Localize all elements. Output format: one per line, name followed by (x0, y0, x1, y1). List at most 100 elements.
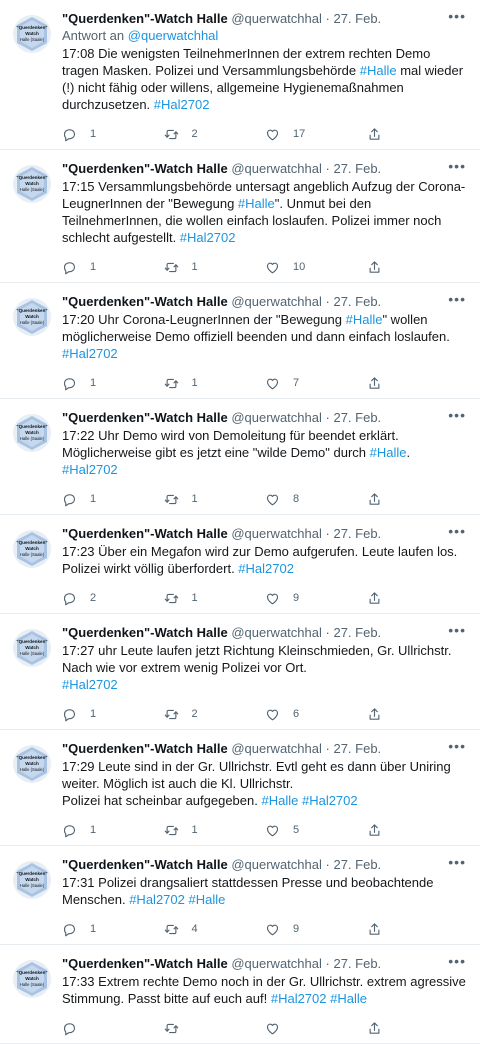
tweet-1[interactable]: "Querdenken" Watch Halle (Saale) ••• "Qu… (0, 0, 480, 150)
avatar[interactable]: "Querdenken" Watch Halle (Saale) (12, 164, 52, 204)
more-icon[interactable]: ••• (448, 953, 466, 969)
retweet-button[interactable]: 1 (164, 376, 266, 391)
tweet-date[interactable]: 27. Feb. (333, 161, 381, 176)
avatar[interactable]: "Querdenken" Watch Halle (Saale) (12, 297, 52, 337)
tweet-3[interactable]: "Querdenken" Watch Halle (Saale) ••• "Qu… (0, 283, 480, 399)
avatar[interactable]: "Querdenken" Watch Halle (Saale) (12, 628, 52, 668)
more-icon[interactable]: ••• (448, 523, 466, 539)
hashtag-link[interactable]: #Hal2702 (180, 230, 236, 245)
more-icon[interactable]: ••• (448, 8, 466, 24)
share-button[interactable] (367, 376, 469, 391)
avatar[interactable]: "Querdenken" Watch Halle (Saale) (12, 860, 52, 900)
like-button[interactable]: 7 (265, 376, 367, 391)
tweet-2[interactable]: "Querdenken" Watch Halle (Saale) ••• "Qu… (0, 150, 480, 283)
author-name[interactable]: "Querdenken"-Watch Halle (62, 161, 228, 176)
tweet-5[interactable]: "Querdenken" Watch Halle (Saale) ••• "Qu… (0, 515, 480, 614)
share-button[interactable] (367, 492, 469, 507)
share-button[interactable] (367, 707, 469, 722)
hashtag-link[interactable]: #Hal2702 (302, 793, 358, 808)
reply-button[interactable]: 1 (62, 127, 164, 142)
retweet-button[interactable] (164, 1021, 266, 1036)
author-name[interactable]: "Querdenken"-Watch Halle (62, 741, 228, 756)
hashtag-link[interactable]: #Hal2702 (154, 97, 210, 112)
author-handle[interactable]: @querwatchhal (231, 857, 322, 872)
author-handle[interactable]: @querwatchhal (231, 526, 322, 541)
reply-button[interactable]: 2 (62, 591, 164, 606)
author-name[interactable]: "Querdenken"-Watch Halle (62, 526, 228, 541)
more-icon[interactable]: ••• (448, 622, 466, 638)
retweet-button[interactable]: 1 (164, 591, 266, 606)
tweet-date[interactable]: 27. Feb. (333, 294, 381, 309)
more-icon[interactable]: ••• (448, 854, 466, 870)
avatar[interactable]: "Querdenken" Watch Halle (Saale) (12, 413, 52, 453)
hashtag-link[interactable]: #Halle (360, 63, 397, 78)
tweet-date[interactable]: 27. Feb. (333, 11, 381, 26)
retweet-button[interactable]: 1 (164, 260, 266, 275)
hashtag-link[interactable]: #Hal2702 (238, 561, 294, 576)
more-icon[interactable]: ••• (448, 738, 466, 754)
hashtag-link[interactable]: #Halle (346, 312, 383, 327)
like-button[interactable]: 9 (265, 922, 367, 937)
tweet-date[interactable]: 27. Feb. (333, 410, 381, 425)
author-name[interactable]: "Querdenken"-Watch Halle (62, 11, 228, 26)
reply-button[interactable]: 1 (62, 376, 164, 391)
retweet-button[interactable]: 1 (164, 823, 266, 838)
retweet-button[interactable]: 2 (164, 707, 266, 722)
hashtag-link[interactable]: #Halle (238, 196, 275, 211)
reply-to-handle[interactable]: @querwatchhal (128, 28, 219, 43)
author-handle[interactable]: @querwatchhal (231, 410, 322, 425)
tweet-4[interactable]: "Querdenken" Watch Halle (Saale) ••• "Qu… (0, 399, 480, 515)
like-button[interactable] (265, 1021, 367, 1036)
hashtag-link[interactable]: #Hal2702 (62, 677, 118, 692)
hashtag-link[interactable]: #Hal2702 (62, 462, 118, 477)
reply-button[interactable]: 1 (62, 823, 164, 838)
author-handle[interactable]: @querwatchhal (231, 625, 322, 640)
author-handle[interactable]: @querwatchhal (231, 11, 322, 26)
share-button[interactable] (367, 127, 469, 142)
hashtag-link[interactable]: #Halle (330, 991, 367, 1006)
author-name[interactable]: "Querdenken"-Watch Halle (62, 956, 228, 971)
hashtag-link[interactable]: #Hal2702 (271, 991, 327, 1006)
hashtag-link[interactable]: #Halle (370, 445, 407, 460)
author-handle[interactable]: @querwatchhal (231, 956, 322, 971)
more-icon[interactable]: ••• (448, 407, 466, 423)
author-name[interactable]: "Querdenken"-Watch Halle (62, 625, 228, 640)
share-button[interactable] (367, 823, 469, 838)
author-handle[interactable]: @querwatchhal (231, 294, 322, 309)
more-icon[interactable]: ••• (448, 158, 466, 174)
share-button[interactable] (367, 1021, 469, 1036)
retweet-button[interactable]: 4 (164, 922, 266, 937)
share-button[interactable] (367, 591, 469, 606)
like-button[interactable]: 10 (265, 260, 367, 275)
author-name[interactable]: "Querdenken"-Watch Halle (62, 857, 228, 872)
share-button[interactable] (367, 922, 469, 937)
tweet-8[interactable]: "Querdenken" Watch Halle (Saale) ••• "Qu… (0, 846, 480, 945)
author-name[interactable]: "Querdenken"-Watch Halle (62, 294, 228, 309)
tweet-7[interactable]: "Querdenken" Watch Halle (Saale) ••• "Qu… (0, 730, 480, 846)
like-button[interactable]: 17 (265, 127, 367, 142)
retweet-button[interactable]: 2 (164, 127, 266, 142)
author-handle[interactable]: @querwatchhal (231, 741, 322, 756)
reply-button[interactable]: 1 (62, 260, 164, 275)
author-handle[interactable]: @querwatchhal (231, 161, 322, 176)
retweet-button[interactable]: 1 (164, 492, 266, 507)
avatar[interactable]: "Querdenken" Watch Halle (Saale) (12, 959, 52, 999)
share-button[interactable] (367, 260, 469, 275)
hashtag-link[interactable]: #Hal2702 (129, 892, 185, 907)
hashtag-link[interactable]: #Halle (261, 793, 298, 808)
reply-button[interactable]: 1 (62, 707, 164, 722)
tweet-date[interactable]: 27. Feb. (333, 625, 381, 640)
reply-button[interactable]: 1 (62, 492, 164, 507)
like-button[interactable]: 8 (265, 492, 367, 507)
reply-button[interactable]: 1 (62, 922, 164, 937)
like-button[interactable]: 9 (265, 591, 367, 606)
tweet-date[interactable]: 27. Feb. (333, 857, 381, 872)
tweet-date[interactable]: 27. Feb. (333, 956, 381, 971)
avatar[interactable]: "Querdenken" Watch Halle (Saale) (12, 744, 52, 784)
more-icon[interactable]: ••• (448, 291, 466, 307)
hashtag-link[interactable]: #Hal2702 (62, 346, 118, 361)
hashtag-link[interactable]: #Halle (188, 892, 225, 907)
like-button[interactable]: 6 (265, 707, 367, 722)
tweet-date[interactable]: 27. Feb. (333, 526, 381, 541)
tweet-9[interactable]: "Querdenken" Watch Halle (Saale) ••• "Qu… (0, 945, 480, 1044)
